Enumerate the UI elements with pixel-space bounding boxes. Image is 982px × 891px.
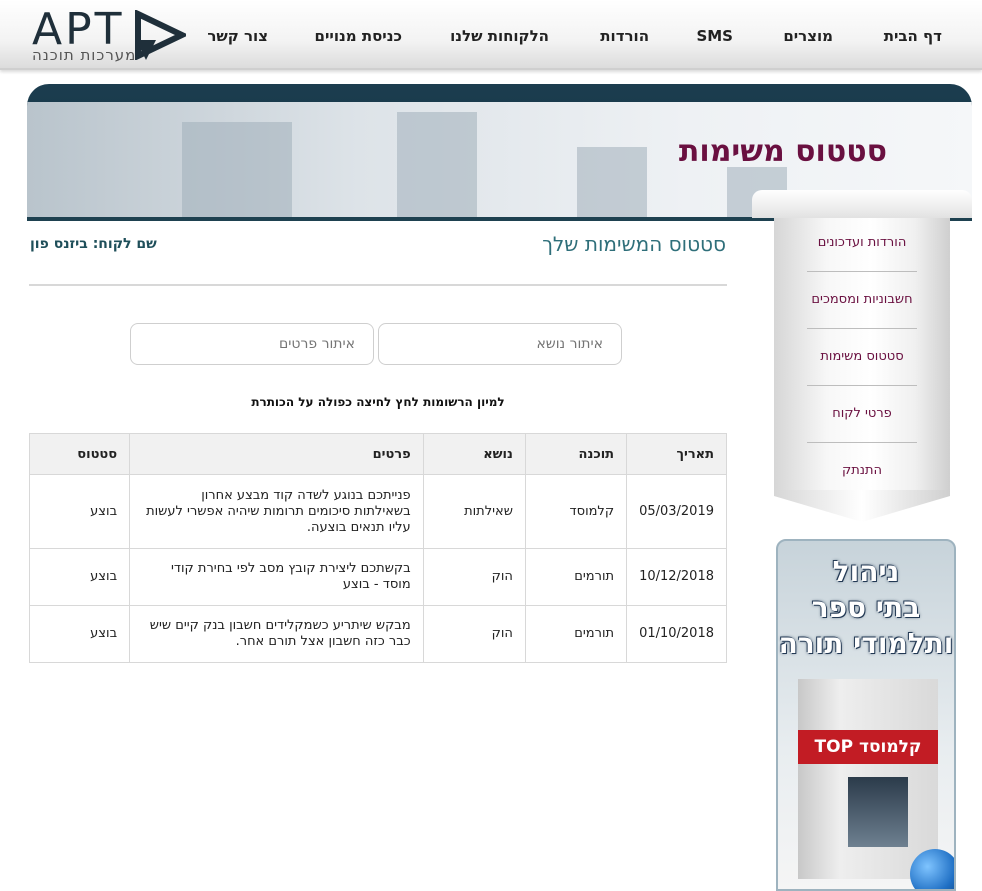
- nav-item-customers[interactable]: הלקוחות שלנו: [450, 27, 549, 45]
- table-row: 10/12/2018 תורמים הוק בקשתכם ליצירת קובץ…: [28, 548, 727, 606]
- nav-item-products[interactable]: מוצרים: [783, 27, 833, 45]
- product-screen-image: [848, 777, 908, 847]
- promo-line: ותלמודי תורה: [778, 627, 954, 660]
- promo-line: ניהול: [832, 555, 900, 588]
- section-heading: סטטוס המשימות שלך: [542, 232, 726, 256]
- table-row: 05/03/2019 קלמוסד שאילתות פנייתכם בנוגע …: [28, 474, 727, 549]
- divider: [29, 284, 727, 286]
- main-nav: דף הבית מוצרים SMS הורדות הלקוחות שלנו כ…: [0, 0, 982, 70]
- nav-item-contact[interactable]: צור קשר: [207, 27, 268, 45]
- cell-details: בקשתכם ליצירת קובץ מסב לפי בחירת קודי מו…: [129, 548, 424, 606]
- customer-name: שם לקוח: ביזנס פון: [30, 236, 157, 252]
- banner-building: [397, 112, 477, 217]
- cell-details: מבקש שיתריע כשמקלידים חשבון בנק קיים שיש…: [129, 605, 424, 663]
- column-header-date[interactable]: תאריך: [626, 433, 727, 475]
- cell-status: בוצע: [28, 548, 131, 606]
- subject-filter-input[interactable]: [378, 323, 622, 365]
- column-header-details[interactable]: פרטים: [129, 433, 424, 475]
- sidebar-item-downloads-updates[interactable]: הורדות ועדכונים: [774, 214, 950, 271]
- cell-subject: שאילתות: [422, 474, 526, 549]
- column-header-subject[interactable]: נושא: [422, 433, 526, 475]
- cell-software: תורמים: [524, 548, 628, 606]
- cell-subject: הוק: [422, 548, 526, 606]
- cell-date: 01/10/2018: [626, 605, 727, 663]
- cell-subject: הוק: [422, 605, 526, 663]
- table-row: 01/10/2018 תורמים הוק מבקש שיתריע כשמקלי…: [28, 605, 727, 663]
- sidebar-item-logout[interactable]: התנתק: [774, 442, 950, 499]
- table-header-row: תאריך תוכנה נושא פרטים סטטוס: [28, 433, 727, 475]
- cell-status: בוצע: [28, 605, 131, 663]
- promo-line: בתי ספר: [811, 591, 921, 624]
- banner-building: [577, 147, 647, 217]
- cell-software: קלמוסד: [524, 474, 628, 549]
- sidebar-item-task-status[interactable]: סטטוס משימות: [774, 328, 950, 385]
- cell-software: תורמים: [524, 605, 628, 663]
- globe-icon: [910, 849, 954, 889]
- cell-status: בוצע: [28, 474, 131, 549]
- cell-date: 05/03/2019: [626, 474, 727, 549]
- promo-banner[interactable]: ניהול בתי ספר ותלמודי תורה קלמוסד TOP: [776, 539, 956, 891]
- nav-item-downloads[interactable]: הורדות: [600, 27, 649, 45]
- sort-hint: למיון הרשומות לחץ לחיצה כפולה על הכותרת: [251, 395, 505, 409]
- cell-date: 10/12/2018: [626, 548, 727, 606]
- sidebar-item-invoices[interactable]: חשבוניות ומסמכים: [774, 271, 950, 328]
- sidebar-menu: הורדות ועדכונים חשבוניות ומסמכים סטטוס מ…: [752, 190, 972, 525]
- page-title: סטטוס משימות: [678, 134, 887, 169]
- nav-item-home[interactable]: דף הבית: [884, 27, 942, 45]
- sidebar-item-customer-details[interactable]: פרטי לקוח: [774, 385, 950, 442]
- details-filter-input[interactable]: [130, 323, 374, 365]
- nav-item-subscriber-login[interactable]: כניסת מנויים: [315, 27, 402, 45]
- cell-details: פנייתכם בנוגע לשדה קוד מבצע אחרון בשאילת…: [129, 474, 424, 549]
- top-bar: APT מערכות תוכנה דף הבית מוצרים SMS הורד…: [0, 0, 982, 70]
- banner-building: [182, 122, 292, 217]
- column-header-status[interactable]: סטטוס: [28, 433, 131, 475]
- column-header-software[interactable]: תוכנה: [524, 433, 628, 475]
- nav-item-sms[interactable]: SMS: [696, 27, 733, 45]
- tasks-table: תאריך תוכנה נושא פרטים סטטוס 05/03/2019 …: [28, 433, 727, 663]
- product-box-label: קלמוסד TOP: [798, 730, 938, 764]
